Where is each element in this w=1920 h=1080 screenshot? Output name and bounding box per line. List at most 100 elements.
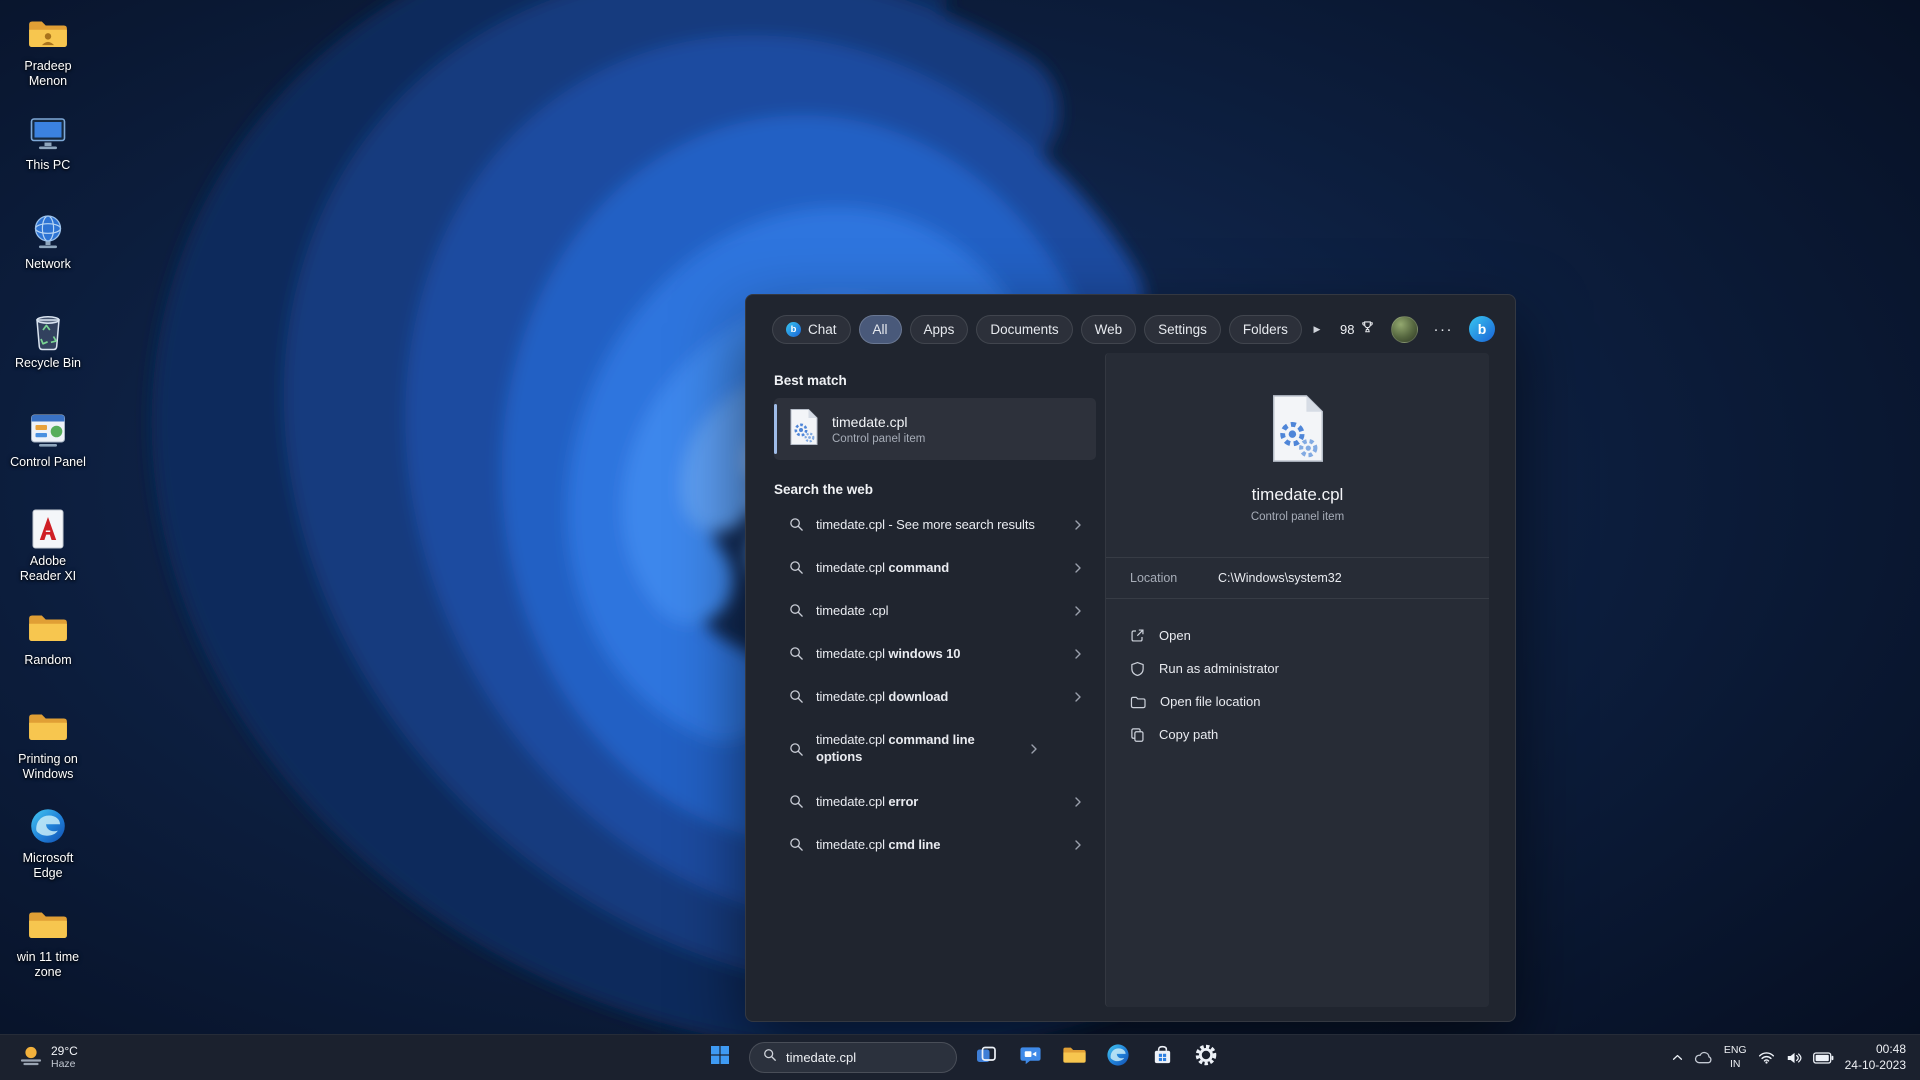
language-indicator[interactable]: ENG IN: [1724, 1044, 1747, 1070]
chat-camera-icon: [1019, 1044, 1042, 1072]
web-suggestion[interactable]: timedate.cpl command: [774, 546, 1096, 589]
web-suggestion[interactable]: timedate.cpl windows 10: [774, 632, 1096, 675]
action-label: Run as administrator: [1159, 661, 1279, 676]
task-view-button[interactable]: [966, 1038, 1006, 1078]
search-filter-tabs: b Chat All Apps Documents Web Settings F…: [772, 313, 1495, 345]
suggestion-bold: download: [888, 689, 949, 704]
web-suggestion[interactable]: timedate.cpl download: [774, 675, 1096, 718]
desktop-icon-label: Printing on Windows: [18, 752, 78, 781]
desktop-icon-pradeep-menon[interactable]: Pradeep Menon: [6, 8, 90, 107]
suggestion-text: timedate .cpl: [816, 603, 1060, 618]
web-suggestion[interactable]: timedate.cpl - See more search results: [774, 503, 1096, 546]
location-row: Location C:\Windows\system32: [1106, 557, 1489, 599]
chevron-right-icon: [1072, 605, 1084, 617]
tab-chat[interactable]: b Chat: [772, 314, 851, 344]
settings-button[interactable]: [1186, 1038, 1226, 1078]
user-folder-icon: [27, 12, 69, 56]
edge-button[interactable]: [1098, 1038, 1138, 1078]
chat-button[interactable]: [1010, 1038, 1050, 1078]
search-icon: [789, 689, 804, 704]
rewards-button[interactable]: 98: [1340, 320, 1374, 338]
web-suggestion[interactable]: timedate.cpl cmd line: [774, 823, 1096, 866]
action-open[interactable]: Open: [1130, 619, 1465, 652]
file-explorer-button[interactable]: [1054, 1038, 1094, 1078]
tab-web[interactable]: Web: [1080, 314, 1137, 344]
recycle-bin-icon: [29, 309, 67, 353]
desktop-icon-adobe-reader[interactable]: Adobe Reader XI: [6, 503, 90, 602]
action-copy-path[interactable]: Copy path: [1130, 718, 1465, 751]
desktop-icon-microsoft-edge[interactable]: Microsoft Edge: [6, 800, 90, 899]
suggestion-text: timedate.cpl command: [816, 560, 1060, 575]
best-match-subtitle: Control panel item: [832, 432, 926, 445]
wifi-icon[interactable]: [1758, 1051, 1775, 1064]
suggestion-prefix: timedate.cpl: [816, 646, 889, 661]
control-panel-icon: [28, 408, 68, 452]
language-region: IN: [1729, 1057, 1741, 1070]
more-options-icon[interactable]: ···: [1434, 321, 1454, 338]
tabs-overflow-icon[interactable]: ▶: [1310, 316, 1324, 342]
network-globe-icon: [28, 210, 68, 254]
suggestion-text: timedate.cpl cmd line: [816, 837, 1060, 852]
taskbar: 29°C Haze timedate.cpl ENG IN 00:48 24-1…: [0, 1034, 1920, 1080]
suggestion-prefix: timedate.cpl: [816, 732, 889, 748]
weather-widget[interactable]: 29°C Haze: [10, 1035, 86, 1080]
search-icon: [789, 517, 804, 532]
suggestion-text: timedate.cpl - See more search results: [816, 517, 1060, 532]
user-avatar[interactable]: [1390, 315, 1418, 343]
suggestion-prefix: timedate.cpl: [816, 837, 889, 852]
web-suggestion[interactable]: timedate.cpl command line options: [774, 718, 1096, 780]
search-icon: [789, 837, 804, 852]
tab-apps[interactable]: Apps: [909, 314, 969, 344]
action-open-file-location[interactable]: Open file location: [1130, 685, 1465, 718]
search-icon: [789, 646, 804, 661]
suggestion-text: timedate.cpl windows 10: [816, 646, 1060, 661]
cpl-file-icon: [789, 408, 819, 451]
preview-title: timedate.cpl: [1251, 485, 1344, 504]
tab-folders[interactable]: Folders: [1228, 314, 1302, 344]
tab-settings[interactable]: Settings: [1144, 314, 1221, 344]
microsoft-store-button[interactable]: [1142, 1038, 1182, 1078]
windows-logo-icon: [710, 1045, 730, 1070]
folder-icon: [27, 606, 69, 650]
web-suggestion-list: timedate.cpl - See more search results t…: [774, 503, 1105, 866]
taskbar-center-group: timedate.cpl: [700, 1035, 1226, 1080]
suggestion-prefix: timedate.cpl: [816, 794, 889, 809]
action-run-as-administrator[interactable]: Run as administrator: [1130, 652, 1465, 685]
web-suggestion[interactable]: timedate.cpl error: [774, 780, 1096, 823]
desktop-icon-random[interactable]: Random: [6, 602, 90, 701]
tab-label: Chat: [808, 321, 837, 337]
desktop-icon-recycle-bin[interactable]: Recycle Bin: [6, 305, 90, 404]
desktop-icon-printing-on-windows[interactable]: Printing on Windows: [6, 701, 90, 800]
volume-icon[interactable]: [1786, 1051, 1802, 1065]
desktop-icon-label: Pradeep Menon: [24, 59, 72, 88]
search-flyout: b Chat All Apps Documents Web Settings F…: [745, 294, 1516, 1022]
search-results-column: Best match timedate.cpl Control panel it…: [746, 353, 1105, 1009]
desktop-icon-label: Recycle Bin: [15, 356, 81, 370]
bing-icon[interactable]: b: [1469, 316, 1495, 342]
desktop-icon-network[interactable]: Network: [6, 206, 90, 305]
weather-temperature: 29°C: [51, 1044, 78, 1058]
tab-documents[interactable]: Documents: [976, 314, 1073, 344]
file-explorer-icon: [1062, 1045, 1087, 1070]
search-icon: [789, 560, 804, 575]
suggestion-text: timedate.cpl error: [816, 794, 1060, 809]
tab-all[interactable]: All: [858, 314, 902, 344]
weather-haze-icon: [18, 1042, 44, 1073]
taskbar-search-box[interactable]: timedate.cpl: [749, 1042, 957, 1073]
best-match-result[interactable]: timedate.cpl Control panel item: [774, 398, 1096, 460]
battery-icon[interactable]: [1812, 1051, 1834, 1064]
desktop-icon-control-panel[interactable]: Control Panel: [6, 404, 90, 503]
tray-chevron-up-button[interactable]: [1672, 1054, 1683, 1061]
desktop-icon-this-pc[interactable]: This PC: [6, 107, 90, 206]
search-icon: [789, 603, 804, 618]
clock[interactable]: 00:48 24-10-2023: [1845, 1042, 1906, 1073]
tab-label: Folders: [1242, 321, 1288, 337]
web-suggestion[interactable]: timedate .cpl: [774, 589, 1096, 632]
start-button[interactable]: [700, 1038, 740, 1078]
onedrive-cloud-icon[interactable]: [1694, 1051, 1713, 1064]
desktop-icon-label: Microsoft Edge: [22, 851, 74, 880]
chevron-right-icon: [1072, 839, 1084, 851]
this-pc-icon: [28, 111, 68, 155]
desktop-icon-win-11-time-zone[interactable]: win 11 time zone: [6, 899, 90, 998]
desktop-icon-label: win 11 time zone: [16, 950, 80, 979]
